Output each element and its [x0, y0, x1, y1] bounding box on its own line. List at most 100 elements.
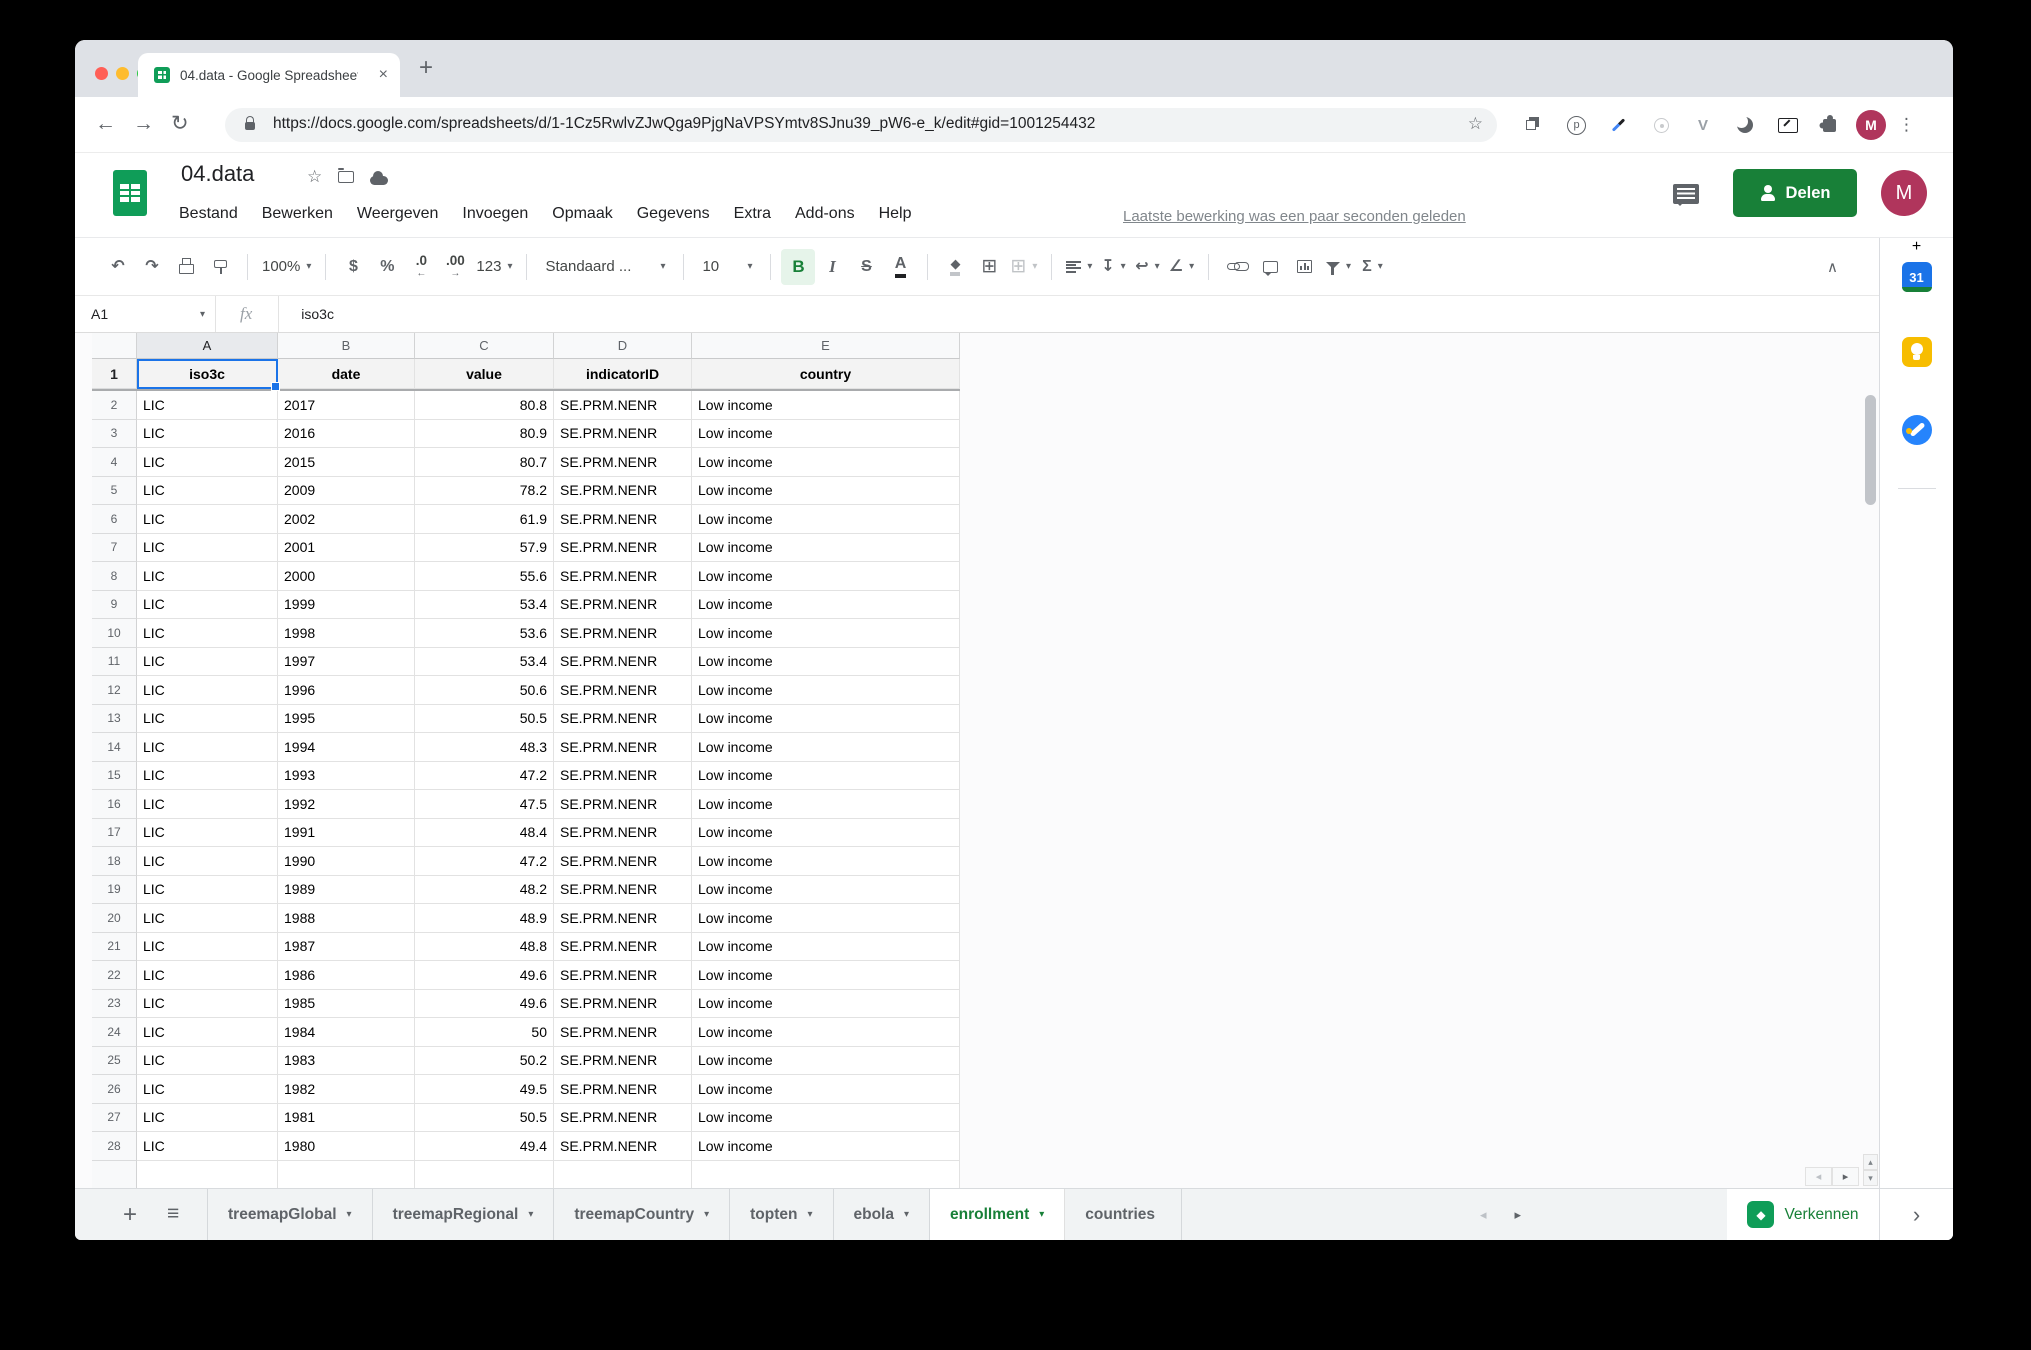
cell-C17[interactable]: 48.4 [415, 819, 554, 848]
cell-E26[interactable]: Low income [692, 1075, 960, 1104]
address-bar[interactable]: https://docs.google.com/spreadsheets/d/1… [225, 108, 1497, 142]
sheet-tab-countries[interactable]: countries [1065, 1189, 1182, 1240]
account-avatar[interactable]: M [1881, 170, 1927, 216]
cell-C29[interactable] [415, 1161, 554, 1189]
cell-A8[interactable]: LIC [137, 562, 278, 591]
toolbar-increase-decimals-button[interactable]: .00→ [438, 249, 472, 285]
all-sheets-menu-icon[interactable]: ≡ [167, 1202, 179, 1226]
cell-A17[interactable]: LIC [137, 819, 278, 848]
back-icon[interactable]: ← [95, 97, 116, 153]
toolbar-text-wrap-button[interactable]: ↩▾ [1130, 249, 1164, 285]
row-header-27[interactable]: 27 [92, 1104, 137, 1133]
cell-C9[interactable]: 53.4 [415, 591, 554, 620]
name-box-dropdown-icon[interactable]: ▾ [200, 309, 205, 320]
menu-extra[interactable]: Extra [734, 205, 771, 223]
toolbar-insert-chart-button[interactable] [1287, 249, 1321, 285]
p-badge-icon[interactable]: p [1567, 116, 1586, 135]
toolbar-fill-color-button[interactable]: ◆ [938, 249, 972, 285]
last-edit-link[interactable]: Laatste bewerking was een paar seconden … [1123, 208, 1466, 225]
cell-D18[interactable]: SE.PRM.NENR [554, 847, 692, 876]
cell-B16[interactable]: 1992 [278, 790, 415, 819]
toolbar-strikethrough-button[interactable]: S [849, 249, 883, 285]
cell-C26[interactable]: 49.5 [415, 1075, 554, 1104]
toolbar-merge-cells-button[interactable]: ⊞▾ [1006, 249, 1041, 285]
menu-invoegen[interactable]: Invoegen [462, 205, 528, 223]
move-to-folder-icon[interactable] [338, 171, 354, 183]
cell-D21[interactable]: SE.PRM.NENR [554, 933, 692, 962]
cell-A28[interactable]: LIC [137, 1132, 278, 1161]
cell-B4[interactable]: 2015 [278, 448, 415, 477]
vertical-scrollbar[interactable] [1864, 337, 1877, 1148]
cell-E20[interactable]: Low income [692, 904, 960, 933]
row-header-2[interactable]: 2 [92, 391, 137, 420]
cell-C28[interactable]: 49.4 [415, 1132, 554, 1161]
cell-A20[interactable]: LIC [137, 904, 278, 933]
cell-C18[interactable]: 47.2 [415, 847, 554, 876]
cell-D23[interactable]: SE.PRM.NENR [554, 990, 692, 1019]
cell-A5[interactable]: LIC [137, 477, 278, 506]
cell-B10[interactable]: 1998 [278, 619, 415, 648]
cell-E28[interactable]: Low income [692, 1132, 960, 1161]
cell-A29[interactable] [137, 1161, 278, 1189]
row-header-11[interactable]: 11 [92, 648, 137, 677]
cell-D16[interactable]: SE.PRM.NENR [554, 790, 692, 819]
cell-D27[interactable]: SE.PRM.NENR [554, 1104, 692, 1133]
cell-C13[interactable]: 50.5 [415, 705, 554, 734]
cell-A2[interactable]: LIC [137, 391, 278, 420]
cell-B19[interactable]: 1989 [278, 876, 415, 905]
row-header-5[interactable]: 5 [92, 477, 137, 506]
tasks-icon[interactable] [1902, 415, 1932, 445]
toolbar-paint-format-button[interactable] [203, 249, 237, 285]
cell-E27[interactable]: Low income [692, 1104, 960, 1133]
sheet-tab-treemapRegional[interactable]: treemapRegional▾ [373, 1189, 555, 1240]
cell-B18[interactable]: 1990 [278, 847, 415, 876]
row-header-18[interactable]: 18 [92, 847, 137, 876]
cell-D6[interactable]: SE.PRM.NENR [554, 505, 692, 534]
scroll-up-button[interactable]: ▴ [1863, 1154, 1878, 1170]
cell-A3[interactable]: LIC [137, 420, 278, 449]
menu-gegevens[interactable]: Gegevens [637, 205, 710, 223]
cell-B13[interactable]: 1995 [278, 705, 415, 734]
cell-E6[interactable]: Low income [692, 505, 960, 534]
row-header-15[interactable]: 15 [92, 762, 137, 791]
row-header-23[interactable]: 23 [92, 990, 137, 1019]
cell-D8[interactable]: SE.PRM.NENR [554, 562, 692, 591]
cell-A25[interactable]: LIC [137, 1047, 278, 1076]
row-header-10[interactable]: 10 [92, 619, 137, 648]
tabs-scroll-right-icon[interactable]: ▸ [1515, 1207, 1522, 1223]
cell-header-value[interactable]: value [415, 359, 554, 389]
add-addon-icon[interactable]: + [1912, 238, 1921, 256]
cell-B5[interactable]: 2009 [278, 477, 415, 506]
cell-A26[interactable]: LIC [137, 1075, 278, 1104]
toolbar-create-filter-button[interactable]: ▾ [1321, 249, 1355, 285]
toolbar-decrease-decimals-button[interactable]: .0← [404, 249, 438, 285]
cell-E22[interactable]: Low income [692, 961, 960, 990]
explore-button[interactable]: Verkennen [1727, 1189, 1879, 1240]
cell-A12[interactable]: LIC [137, 676, 278, 705]
vue-icon[interactable]: V [1688, 110, 1718, 140]
cell-D29[interactable] [554, 1161, 692, 1189]
cell-D25[interactable]: SE.PRM.NENR [554, 1047, 692, 1076]
cell-C27[interactable]: 50.5 [415, 1104, 554, 1133]
corner-cell[interactable] [92, 333, 137, 359]
cell-B8[interactable]: 2000 [278, 562, 415, 591]
cell-A22[interactable]: LIC [137, 961, 278, 990]
cell-D13[interactable]: SE.PRM.NENR [554, 705, 692, 734]
toolbar-redo-button[interactable]: ↷ [135, 249, 169, 285]
cell-C16[interactable]: 47.5 [415, 790, 554, 819]
cell-B23[interactable]: 1985 [278, 990, 415, 1019]
menu-help[interactable]: Help [879, 205, 912, 223]
cell-D10[interactable]: SE.PRM.NENR [554, 619, 692, 648]
cell-A19[interactable]: LIC [137, 876, 278, 905]
cell-B12[interactable]: 1996 [278, 676, 415, 705]
sheet-tab-treemapCountry[interactable]: treemapCountry▾ [554, 1189, 730, 1240]
cell-B15[interactable]: 1993 [278, 762, 415, 791]
moon-icon[interactable] [1730, 110, 1760, 140]
cell-C5[interactable]: 78.2 [415, 477, 554, 506]
cell-D9[interactable]: SE.PRM.NENR [554, 591, 692, 620]
cell-E5[interactable]: Low income [692, 477, 960, 506]
keep-icon[interactable] [1902, 337, 1932, 367]
cell-E14[interactable]: Low income [692, 733, 960, 762]
tab-copy-icon[interactable] [1519, 110, 1549, 140]
scroll-down-button[interactable]: ▾ [1863, 1170, 1878, 1186]
